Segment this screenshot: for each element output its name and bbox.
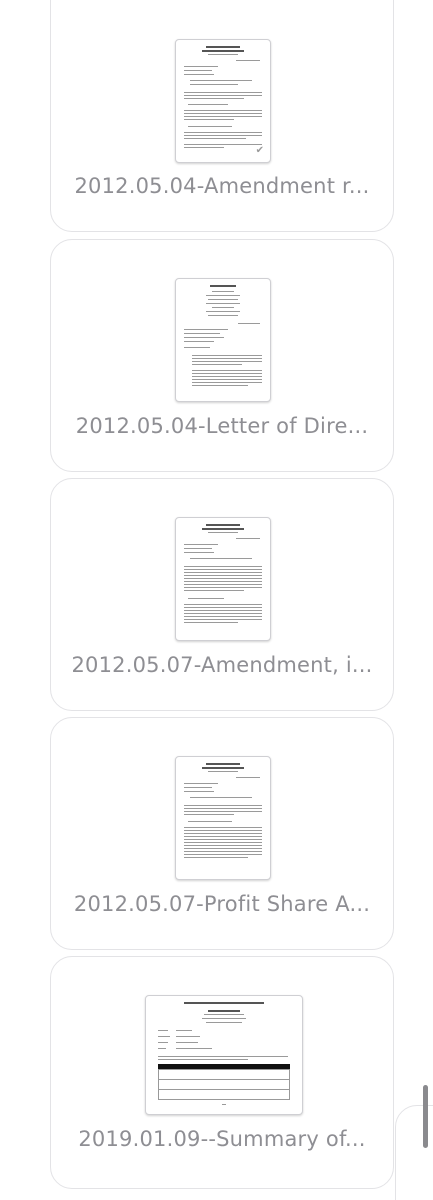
attachment-title: 2012.05.04-Amendment r... [74, 174, 370, 198]
attachment-card[interactable]: 2012.05.04-Letter of Dire... [50, 239, 394, 472]
attachment-title: 2012.05.07-Profit Share A... [73, 892, 371, 916]
document-thumbnail-icon [175, 517, 271, 641]
attachment-title: 2012.05.04-Letter of Dire... [75, 414, 369, 438]
attachment-card[interactable]: 2012.05.07-Profit Share A... [50, 717, 394, 950]
attachment-title: 2019.01.09--Summary of... [78, 1127, 366, 1151]
scroll-indicator[interactable] [423, 1085, 428, 1148]
attachment-card[interactable]: 2019.01.09--Summary of... [50, 956, 394, 1189]
attachment-title: 2012.05.07-Amendment, i... [71, 653, 373, 677]
document-thumbnail-icon [175, 756, 271, 880]
checkmark-icon: ✔ [255, 145, 264, 156]
attachment-card[interactable]: ✔ 2012.05.04-Amendment r... [50, 0, 394, 232]
document-thumbnail-icon [145, 995, 303, 1115]
document-thumbnail-icon: ✔ [175, 39, 271, 163]
document-thumbnail-icon [175, 278, 271, 402]
message-thread: ✔ 2012.05.04-Amendment r... 2012.05.04-L… [0, 0, 433, 1200]
attachment-card[interactable]: 2012.05.07-Amendment, i... [50, 478, 394, 711]
